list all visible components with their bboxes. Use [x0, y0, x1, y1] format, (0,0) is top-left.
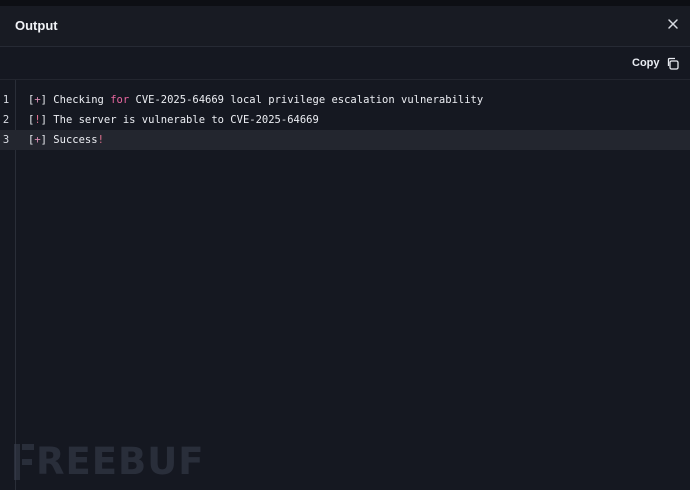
- copy-icon: [667, 57, 679, 70]
- line-number: 2: [2, 114, 10, 126]
- message-text: Success: [46, 134, 98, 146]
- copy-button[interactable]: Copy: [632, 54, 679, 72]
- line-number: 1: [2, 94, 10, 106]
- output-panel-header: Output: [0, 6, 690, 47]
- panel-title: Output: [15, 18, 58, 33]
- message-text: The server is vulnerable to CVE-2025-646…: [46, 114, 319, 126]
- line-number: 3: [2, 134, 10, 146]
- line-text: [+] Checking for CVE-2025-64669 local pr…: [28, 90, 483, 110]
- output-viewer[interactable]: 1 [+] Checking for CVE-2025-64669 local p…: [0, 80, 690, 490]
- trailing-mark: !: [97, 134, 104, 146]
- output-toolbar: Copy: [0, 47, 690, 80]
- copy-label: Copy: [632, 57, 660, 69]
- close-icon: [668, 19, 678, 29]
- watermark-logo-mark: [14, 444, 34, 480]
- close-button[interactable]: [664, 15, 682, 33]
- output-line: 2 [!] The server is vulnerable to CVE-202…: [0, 110, 690, 130]
- output-line: 1 [+] Checking for CVE-2025-64669 local p…: [0, 90, 690, 110]
- watermark: REEBUF: [14, 442, 205, 482]
- message-text: Checking: [46, 94, 111, 106]
- line-text: [!] The server is vulnerable to CVE-2025…: [28, 110, 319, 130]
- keyword-token: for: [110, 94, 130, 106]
- line-text: [+] Success!: [28, 130, 104, 150]
- message-text-continued: CVE-2025-64669 local privilege escalatio…: [129, 94, 484, 106]
- watermark-text: REEBUF: [36, 440, 205, 483]
- output-line: 3 [+] Success!: [0, 130, 690, 150]
